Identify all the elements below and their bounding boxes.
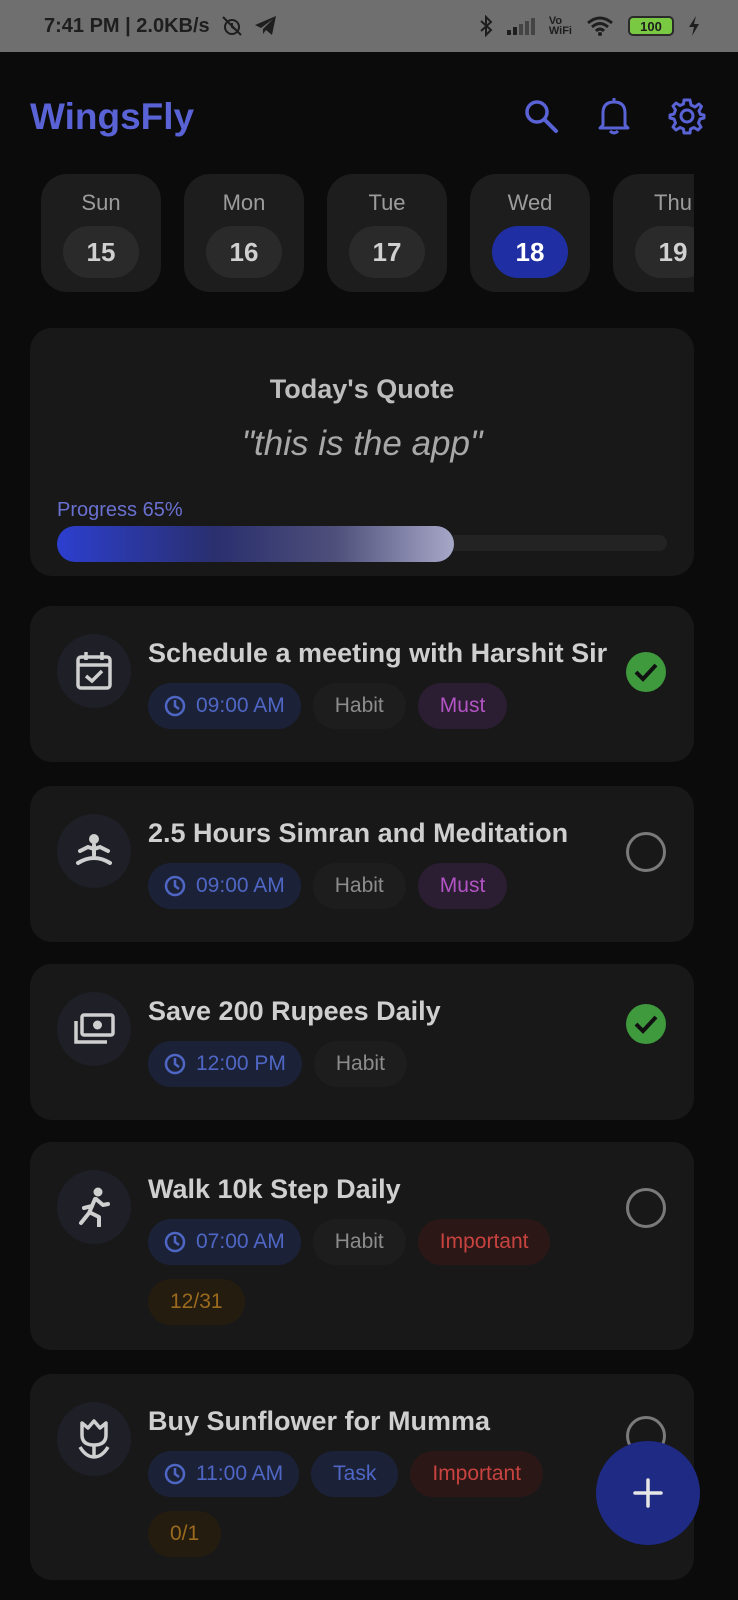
incomplete-circle-icon[interactable] xyxy=(626,832,666,872)
task-card[interactable]: Walk 10k Step Daily 07:00 AM Habit Impor… xyxy=(30,1142,694,1350)
signal-icon xyxy=(506,17,535,35)
type-chip: Habit xyxy=(312,1219,406,1265)
wifi-icon xyxy=(586,15,614,37)
telegram-icon xyxy=(254,15,278,37)
progress-count-chip: 12/31 xyxy=(148,1279,245,1325)
vowifi-indicator: Vo WiFi xyxy=(548,16,572,37)
priority-chip: Important xyxy=(410,1451,544,1497)
app-title: WingsFly xyxy=(30,96,195,137)
task-chips: 07:00 AM Habit Important 12/31 xyxy=(148,1219,618,1325)
day-name: Thu xyxy=(654,190,692,215)
day-item-thu[interactable]: Thu 19 xyxy=(613,174,694,292)
quote-card: Today's Quote "this is the app" Progress… xyxy=(30,328,694,576)
bell-icon[interactable] xyxy=(593,95,635,137)
battery-indicator: 100 xyxy=(628,16,674,36)
time-text: 09:00 AM xyxy=(196,694,285,717)
type-chip: Habit xyxy=(312,863,406,909)
task-card[interactable]: Save 200 Rupees Daily 12:00 PM Habit xyxy=(30,964,694,1120)
progress-count-chip: 0/1 xyxy=(148,1511,222,1557)
quote-title: Today's Quote xyxy=(269,374,455,404)
plus-icon xyxy=(633,1478,663,1508)
task-chips: 12:00 PM Habit xyxy=(148,1041,618,1087)
day-selector: Sun 15 Mon 16 Tue 17 Wed 18 Thu 19 xyxy=(41,174,694,292)
add-task-button[interactable] xyxy=(596,1441,700,1545)
day-number: 16 xyxy=(206,226,282,278)
task-title: Save 200 Rupees Daily xyxy=(148,996,441,1026)
day-number: 17 xyxy=(349,226,425,278)
time-chip: 11:00 AM xyxy=(148,1451,300,1497)
task-chips: 09:00 AM Habit Must xyxy=(148,863,618,909)
clock-icon xyxy=(164,1231,186,1253)
gear-icon[interactable] xyxy=(666,95,708,137)
type-chip: Habit xyxy=(312,683,406,729)
bluetooth-icon xyxy=(479,15,493,37)
clock-icon xyxy=(164,1463,186,1485)
time-chip: 12:00 PM xyxy=(148,1041,302,1087)
flower-icon xyxy=(57,1402,131,1476)
progress-label: Progress 65% xyxy=(57,499,183,521)
alarm-off-icon xyxy=(220,14,244,38)
task-title: Schedule a meeting with Harshit Sir xyxy=(148,638,608,668)
task-card[interactable]: 2.5 Hours Simran and Meditation 09:00 AM… xyxy=(30,786,694,942)
day-item-tue[interactable]: Tue 17 xyxy=(327,174,447,292)
task-title: Buy Sunflower for Mumma xyxy=(148,1406,491,1436)
priority-chip: Important xyxy=(417,1219,551,1265)
day-item-mon[interactable]: Mon 16 xyxy=(184,174,304,292)
task-chips: 11:00 AM Task Important 0/1 xyxy=(148,1451,618,1557)
walking-icon xyxy=(57,1170,131,1244)
day-item-sun[interactable]: Sun 15 xyxy=(41,174,161,292)
time-text: 07:00 AM xyxy=(196,1230,285,1253)
day-name: Tue xyxy=(368,190,406,215)
status-bar-right: Vo WiFi 100 xyxy=(479,15,700,37)
incomplete-circle-icon[interactable] xyxy=(626,1188,666,1228)
status-time-speed: 7:41 PM | 2.0KB/s xyxy=(44,14,210,37)
status-bar: 7:41 PM | 2.0KB/s Vo WiFi 100 xyxy=(0,0,738,52)
day-name: Wed xyxy=(507,190,553,215)
day-number: 18 xyxy=(492,226,568,278)
task-title: 2.5 Hours Simran and Meditation xyxy=(148,818,569,848)
type-chip: Task xyxy=(311,1451,399,1497)
time-text: 09:00 AM xyxy=(196,874,285,897)
clock-icon xyxy=(164,695,186,717)
day-item-wed-selected[interactable]: Wed 18 xyxy=(470,174,590,292)
clock-icon xyxy=(164,875,186,897)
search-icon[interactable] xyxy=(520,95,562,137)
meditation-icon xyxy=(57,814,131,888)
task-title: Walk 10k Step Daily xyxy=(148,1174,401,1204)
completed-check-icon[interactable] xyxy=(626,652,666,692)
time-chip: 07:00 AM xyxy=(148,1219,301,1265)
day-name: Mon xyxy=(222,190,266,215)
task-chips: 09:00 AM Habit Must xyxy=(148,683,618,729)
task-card[interactable]: Buy Sunflower for Mumma 11:00 AM Task Im… xyxy=(30,1374,694,1580)
day-number: 19 xyxy=(635,226,694,278)
day-name: Sun xyxy=(81,190,121,215)
charging-icon xyxy=(688,16,700,36)
type-chip: Habit xyxy=(313,1041,407,1087)
priority-chip: Must xyxy=(417,683,508,729)
money-icon xyxy=(57,992,131,1066)
day-number: 15 xyxy=(63,226,139,278)
time-text: 11:00 AM xyxy=(196,1462,284,1485)
progress-fill xyxy=(57,526,454,562)
status-bar-left: 7:41 PM | 2.0KB/s xyxy=(44,14,278,38)
time-chip: 09:00 AM xyxy=(148,863,301,909)
completed-check-icon[interactable] xyxy=(626,1004,666,1044)
quote-text: "this is the app" xyxy=(241,424,483,463)
clock-icon xyxy=(164,1053,186,1075)
time-text: 12:00 PM xyxy=(196,1052,286,1075)
priority-chip: Must xyxy=(417,863,508,909)
task-card[interactable]: Schedule a meeting with Harshit Sir 09:0… xyxy=(30,606,694,762)
calendar-check-icon xyxy=(57,634,131,708)
time-chip: 09:00 AM xyxy=(148,683,301,729)
vowifi-line2: WiFi xyxy=(548,25,572,37)
